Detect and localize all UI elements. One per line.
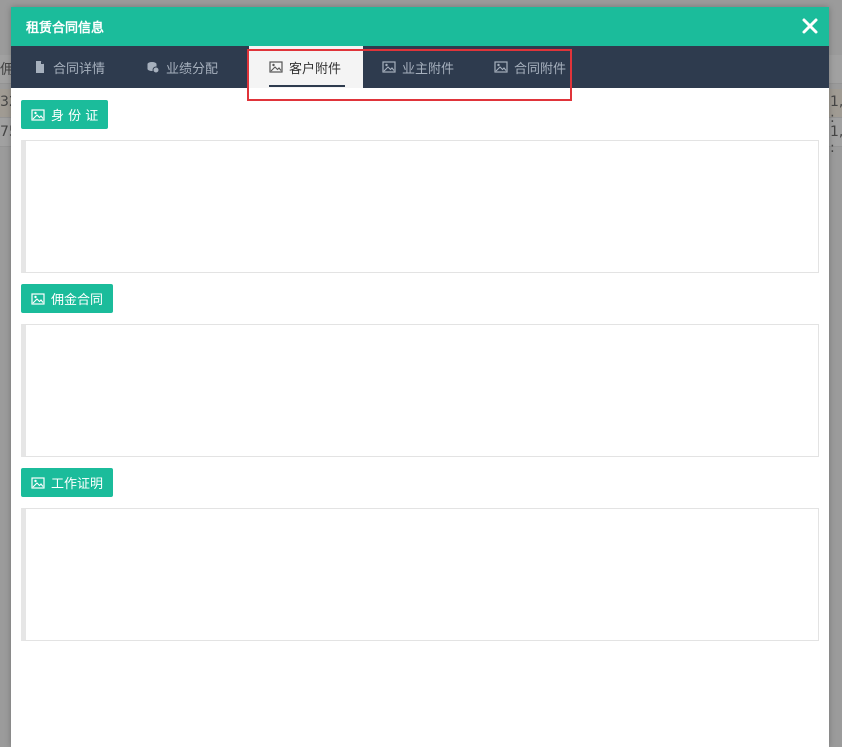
tab-contract-details[interactable]: 合同详情 <box>33 46 133 88</box>
dialog-title: 租赁合同信息 <box>26 21 105 36</box>
id-card-section-button[interactable]: 身 份 证 <box>21 100 109 129</box>
image-icon <box>31 108 45 121</box>
employment-proof-attachment-area[interactable] <box>21 508 819 641</box>
tab-bar: 合同详情 业绩分配 客户附件 业主附件 合同附件 <box>11 46 829 88</box>
tab-label: 客户附件 <box>289 61 342 77</box>
section-label: 佣金合同 <box>51 293 104 308</box>
tab-label: 业主附件 <box>402 61 455 77</box>
close-icon[interactable] <box>801 17 819 35</box>
image-icon <box>494 61 508 73</box>
id-card-attachment-area[interactable] <box>21 140 819 273</box>
dialog-header: 租赁合同信息 <box>11 7 829 46</box>
commission-contract-section-button[interactable]: 佣金合同 <box>21 284 114 313</box>
document-icon <box>36 61 44 73</box>
tab-label: 合同详情 <box>53 61 106 77</box>
image-icon <box>382 61 396 73</box>
active-tab-indicator <box>269 85 345 87</box>
coins-icon <box>147 62 160 74</box>
image-icon <box>31 476 45 489</box>
employment-proof-section-button[interactable]: 工作证明 <box>21 468 114 497</box>
tab-label: 合同附件 <box>514 61 567 77</box>
commission-contract-attachment-area[interactable] <box>21 324 819 457</box>
tab-label: 业绩分配 <box>166 61 219 77</box>
image-icon <box>269 61 283 73</box>
tab-contract-attachments[interactable]: 合同附件 <box>494 46 594 88</box>
lease-contract-dialog: 租赁合同信息 合同详情 业绩分配 客户附件 业主附件 合同附件 身 份 证 佣金… <box>11 7 829 747</box>
tab-performance-allocation[interactable]: 业绩分配 <box>146 46 246 88</box>
section-label: 身 份 证 <box>51 109 99 124</box>
tab-customer-attachments[interactable]: 客户附件 <box>249 46 363 88</box>
tab-owner-attachments[interactable]: 业主附件 <box>382 46 482 88</box>
image-icon <box>31 292 45 305</box>
section-label: 工作证明 <box>51 477 104 492</box>
